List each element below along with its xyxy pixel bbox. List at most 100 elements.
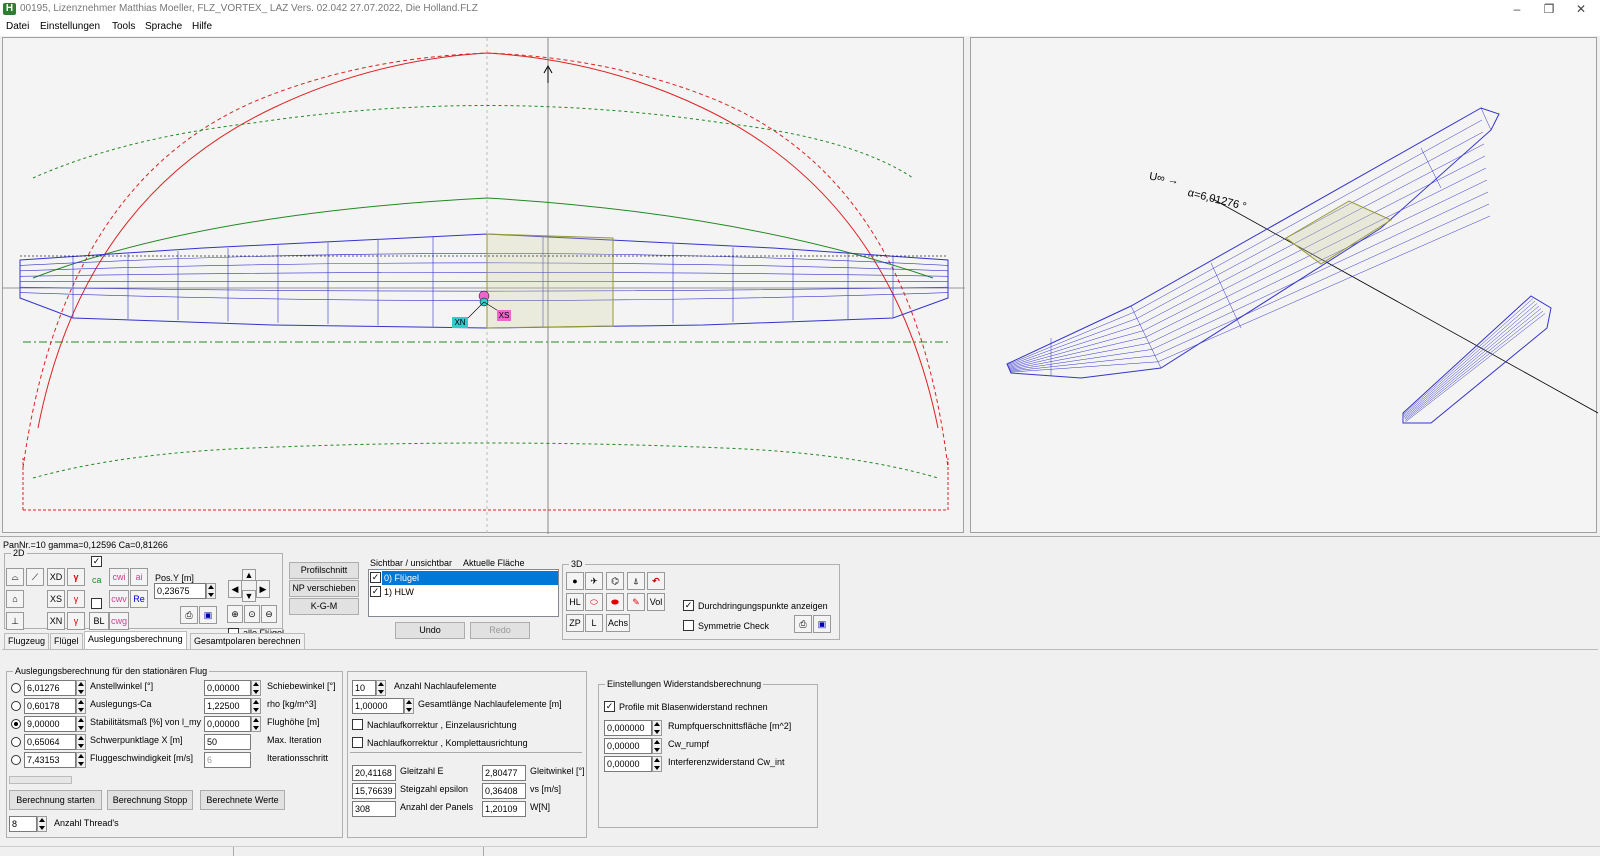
redo-button[interactable]: Redo xyxy=(470,622,530,639)
arrow-right-icon[interactable]: ▶ xyxy=(256,580,270,598)
xs-button[interactable]: XS xyxy=(47,590,65,608)
surface-1-checkbox[interactable]: ✓ xyxy=(370,586,381,597)
rumpfquerschnitt-input[interactable]: 0,000000 xyxy=(604,720,652,736)
menu-hilfe[interactable]: Hilfe xyxy=(192,21,212,32)
cw-int-spinner[interactable] xyxy=(652,756,662,772)
radio-schwerpunkt[interactable] xyxy=(11,737,21,747)
gamma-button[interactable]: γ xyxy=(67,568,85,586)
l-button[interactable]: L xyxy=(585,614,603,632)
print-2d-icon[interactable]: ⎙ xyxy=(180,606,198,624)
profile-edit-icon[interactable]: ✎ xyxy=(627,593,645,611)
schwerpunkt-spinner[interactable] xyxy=(76,734,86,750)
view3d-tail-icon[interactable]: ⍋ xyxy=(627,572,645,590)
cwg-button[interactable]: cwg xyxy=(109,612,129,630)
side-view-button[interactable]: ⟋ xyxy=(26,568,44,586)
schiebewinkel-spinner[interactable] xyxy=(251,680,261,696)
nachlauf-einzel-checkbox[interactable] xyxy=(352,719,363,730)
cwi-button[interactable]: cwi xyxy=(109,568,129,586)
stabilitaet-spinner[interactable] xyxy=(76,716,86,732)
rho-spinner[interactable] xyxy=(251,698,261,714)
nachlauf-anzahl-spinner[interactable] xyxy=(376,680,386,696)
stabilitaet-input[interactable]: 9,00000 xyxy=(24,716,76,732)
tab-flugzeug[interactable]: Flugzeug xyxy=(4,633,50,649)
kgm-button[interactable]: K-G-M xyxy=(289,598,359,615)
blasen-checkbox[interactable]: ✓ xyxy=(604,701,615,712)
np-verschieben-button[interactable]: NP verschieben xyxy=(289,580,359,597)
radio-geschwindigkeit[interactable] xyxy=(11,755,21,765)
auslegungs-ca-spinner[interactable] xyxy=(76,698,86,714)
threads-input[interactable]: 8 xyxy=(9,816,37,832)
geschwindigkeit-spinner[interactable] xyxy=(76,752,86,768)
ca-checkbox[interactable]: ✓ xyxy=(91,556,102,567)
nachlauf-komplett-checkbox[interactable] xyxy=(352,737,363,748)
menu-tools[interactable]: Tools xyxy=(112,21,135,32)
profile-red-icon[interactable]: ⬭ xyxy=(585,593,603,611)
symmetrie-checkbox[interactable] xyxy=(683,620,694,631)
print-3d-icon[interactable]: ⎙ xyxy=(794,615,812,633)
hl-button[interactable]: HL xyxy=(566,593,584,611)
posy-spinner[interactable] xyxy=(206,583,216,599)
schiebewinkel-input[interactable]: 0,00000 xyxy=(204,680,251,696)
undo-button[interactable]: Undo xyxy=(395,622,465,639)
anstellwinkel-input[interactable]: 6,01276 xyxy=(24,680,76,696)
threads-spinner[interactable] xyxy=(37,816,47,832)
nachlauf-laenge-spinner[interactable] xyxy=(404,698,414,714)
re-button[interactable]: Re xyxy=(130,590,148,608)
arrow-up-icon[interactable]: ▲ xyxy=(242,569,256,581)
profilschnitt-button[interactable]: Profilschnitt xyxy=(289,562,359,579)
radio-anstellwinkel[interactable] xyxy=(11,683,21,693)
vol-button[interactable]: Vol xyxy=(647,593,665,611)
zoom-fit-icon[interactable]: ⊙ xyxy=(244,605,260,623)
max-iteration-input[interactable]: 50 xyxy=(204,734,251,750)
view-3d[interactable]: U∞ → α=6,01276 ° xyxy=(970,37,1599,533)
nachlauf-laenge-input[interactable]: 1,00000 xyxy=(352,698,404,714)
glider-view-button[interactable]: ⊥ xyxy=(6,612,24,630)
anstellwinkel-spinner[interactable] xyxy=(76,680,86,696)
planform-view-button[interactable]: ⌓ xyxy=(6,568,24,586)
achs-button[interactable]: Achs xyxy=(606,614,630,632)
bl-button[interactable]: BL xyxy=(89,612,109,630)
flughoehe-input[interactable]: 0,00000 xyxy=(204,716,251,732)
berechnung-stopp-button[interactable]: Berechnung Stopp xyxy=(107,790,193,810)
tab-fluegel[interactable]: Flügel xyxy=(50,633,83,649)
view3d-wing-icon[interactable]: ⌬ xyxy=(606,572,624,590)
flughoehe-spinner[interactable] xyxy=(251,716,261,732)
gamma-v-button[interactable]: γ xyxy=(67,590,85,608)
xd-button[interactable]: XD xyxy=(47,568,65,586)
tab-gesamtpolaren[interactable]: Gesamtpolaren berechnen xyxy=(190,633,305,649)
berechnung-starten-button[interactable]: Berechnung starten xyxy=(9,790,102,810)
berechnete-werte-button[interactable]: Berechnete Werte xyxy=(200,790,285,810)
surface-0-label[interactable]: 0) Flügel xyxy=(384,573,419,583)
cw-rumpf-spinner[interactable] xyxy=(652,738,662,754)
zoom-out-icon[interactable]: ⊖ xyxy=(261,605,277,623)
view-2d[interactable]: XN XS xyxy=(2,37,965,534)
front-view-button[interactable]: ⌂ xyxy=(6,590,24,608)
menu-einstellungen[interactable]: Einstellungen xyxy=(40,21,100,32)
auslegungs-ca-input[interactable]: 0,60178 xyxy=(24,698,76,714)
schwerpunkt-input[interactable]: 0,65064 xyxy=(24,734,76,750)
cw-int-input[interactable]: 0,00000 xyxy=(604,756,652,772)
ai-button[interactable]: ai xyxy=(130,568,148,586)
view3d-airplane-icon[interactable]: ✈ xyxy=(585,572,603,590)
surface-list[interactable]: ✓ 0) Flügel ✓ 1) HLW xyxy=(368,569,559,617)
maximize-button[interactable]: ❐ xyxy=(1534,1,1564,17)
minimize-button[interactable]: – xyxy=(1502,1,1532,17)
rho-input[interactable]: 1,22500 xyxy=(204,698,251,714)
profile-fill-icon[interactable]: ⬬ xyxy=(606,593,624,611)
arrow-left-icon[interactable]: ◀ xyxy=(228,580,242,598)
iterationsschritt-input[interactable]: 6 xyxy=(204,752,251,768)
nachlauf-anzahl-input[interactable]: 10 xyxy=(352,680,376,696)
menu-datei[interactable]: Datei xyxy=(6,21,29,32)
surface-1-label[interactable]: 1) HLW xyxy=(384,587,414,597)
save-3d-icon[interactable]: ▣ xyxy=(813,615,831,633)
zp-button[interactable]: ZP xyxy=(566,614,584,632)
zoom-in-icon[interactable]: ⊕ xyxy=(227,605,243,623)
surface-0-checkbox[interactable]: ✓ xyxy=(370,572,381,583)
tab-auslegungsberechnung[interactable]: Auslegungsberechnung xyxy=(84,631,187,649)
radio-stabilitaet[interactable] xyxy=(11,719,21,729)
arrow-down-icon[interactable]: ▼ xyxy=(242,590,256,602)
posy-input[interactable]: 0,23675 xyxy=(154,583,206,599)
cwv-checkbox[interactable] xyxy=(91,598,102,609)
xn-button[interactable]: XN xyxy=(47,612,65,630)
rumpfquerschnitt-spinner[interactable] xyxy=(652,720,662,736)
